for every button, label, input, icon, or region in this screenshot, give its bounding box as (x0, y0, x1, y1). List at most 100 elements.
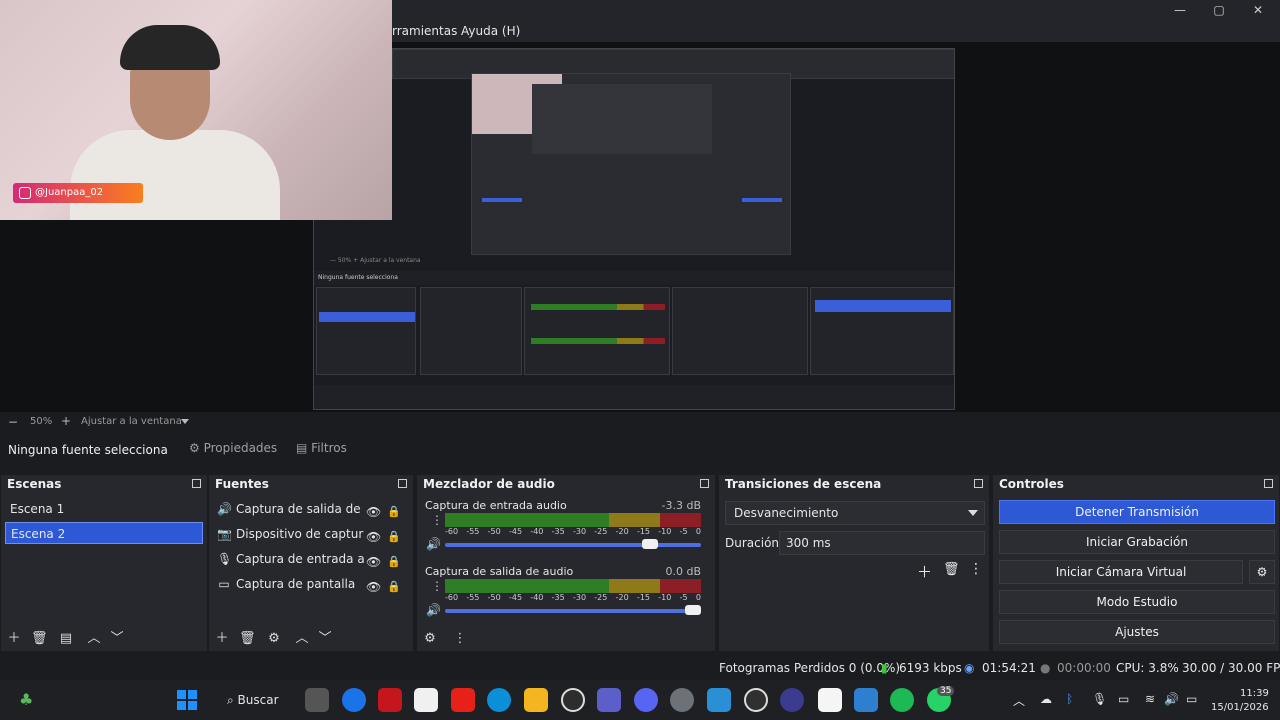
scene-item[interactable]: Escena 1 (5, 498, 203, 520)
source-item[interactable]: ▭ Captura de pantalla 👁 🔒 (209, 574, 407, 594)
lock-icon[interactable]: 🔒 (387, 502, 401, 518)
shield-icon[interactable] (378, 688, 402, 712)
spotify-icon[interactable] (890, 688, 914, 712)
stop-streaming-button[interactable]: Detener Transmisión (999, 500, 1275, 524)
menu-help[interactable]: Ayuda (H) (461, 24, 520, 38)
transition-select[interactable]: Desvanecimiento (725, 501, 985, 525)
start-recording-button[interactable]: Iniciar Grabación (999, 530, 1275, 554)
source-item[interactable]: 📷 Dispositivo de captura de 👁 🔒 (209, 524, 407, 544)
volume-knob[interactable] (685, 605, 701, 615)
track-menu-icon[interactable]: ⋮ (431, 513, 443, 527)
search-button[interactable]: ⌕ Buscar (227, 693, 279, 708)
task-view-icon[interactable] (305, 688, 329, 712)
filters-button[interactable]: ▤ Filtros (296, 441, 347, 459)
volume-slider[interactable] (445, 605, 701, 615)
nested-transitions (672, 287, 808, 375)
add-icon[interactable]: ＋ (917, 561, 932, 582)
float-icon[interactable] (1264, 479, 1273, 488)
source-item[interactable]: 🎙 Captura de entrada audic 👁 🔒 (209, 549, 407, 569)
scene-item-selected[interactable]: Escena 2 (5, 522, 203, 544)
youtube-icon[interactable] (451, 688, 475, 712)
virtual-camera-settings-button[interactable]: ⚙ (1249, 560, 1275, 584)
bluetooth-icon[interactable]: ᛒ (1066, 692, 1073, 706)
zoom-bar (0, 412, 1280, 430)
eye-icon[interactable]: 👁 (366, 577, 381, 594)
menu-tools[interactable]: rramientas (392, 24, 457, 38)
speaker-icon[interactable]: 🔊 (426, 537, 441, 551)
studio-mode-button[interactable]: Modo Estudio (999, 590, 1275, 614)
float-icon[interactable] (192, 479, 201, 488)
instagram-tag: @Juanpaa_02 (13, 183, 143, 203)
mixer-settings-icon[interactable]: ⚙ (423, 632, 437, 646)
trash-icon[interactable]: 🗑 (31, 632, 48, 646)
folder-icon[interactable] (524, 688, 548, 712)
chevron-down-icon[interactable] (181, 419, 189, 424)
chevron-down-icon[interactable]: ﹀ (318, 632, 332, 646)
image-viewer-icon[interactable] (707, 688, 731, 712)
start-virtual-camera-button[interactable]: Iniciar Cámara Virtual (999, 560, 1243, 584)
float-icon[interactable] (974, 479, 983, 488)
chatgpt-icon[interactable] (561, 688, 585, 712)
zoom-fit-select[interactable]: Ajustar a la ventana (81, 416, 182, 427)
volume-knob[interactable] (642, 539, 658, 549)
calendar-icon[interactable] (414, 688, 438, 712)
zoom-in-button[interactable]: + (61, 414, 71, 428)
track-menu-icon[interactable]: ⋮ (431, 579, 443, 593)
cloud-icon[interactable]: ☁ (1040, 692, 1052, 706)
minimize-button[interactable]: — (1166, 2, 1194, 18)
lock-icon[interactable]: 🔒 (387, 552, 401, 568)
discord-icon[interactable] (634, 688, 658, 712)
edge-icon[interactable] (487, 688, 511, 712)
chevron-up-icon[interactable]: ︿ (87, 632, 101, 646)
lock-icon[interactable]: 🔒 (387, 527, 401, 543)
float-icon[interactable] (398, 479, 407, 488)
widgets-icon[interactable]: ♣ (19, 690, 33, 709)
camera-icon: 📷 (217, 527, 232, 541)
calculator-icon[interactable] (854, 688, 878, 712)
more-icon[interactable]: ⋮ (969, 561, 983, 577)
obs-icon[interactable] (744, 688, 768, 712)
eye-icon[interactable]: 👁 (366, 527, 381, 544)
gear-icon[interactable]: ⚙ (267, 632, 281, 646)
chevron-up-icon[interactable]: ︿ (1013, 692, 1025, 709)
chevron-up-icon[interactable]: ︿ (295, 632, 309, 646)
windows-start-icon[interactable] (177, 690, 197, 710)
wifi-icon[interactable]: ≋ (1145, 692, 1155, 706)
microphone-icon[interactable]: 🎙 (1092, 692, 1107, 706)
speaker-icon[interactable]: 🔊 (426, 603, 441, 617)
chrome-icon[interactable] (342, 688, 366, 712)
notepad-icon[interactable] (818, 688, 842, 712)
track-db: 0.0 dB (665, 565, 701, 578)
maximize-button[interactable]: ▢ (1205, 2, 1233, 18)
battery-icon[interactable]: ▭ (1186, 692, 1197, 706)
app-icon[interactable] (780, 688, 804, 712)
chevron-down-icon[interactable]: ﹀ (110, 632, 124, 646)
lock-icon[interactable]: 🔒 (387, 577, 401, 593)
source-item[interactable]: 🔊 Captura de salida de audi 👁 🔒 (209, 499, 407, 519)
scenes-dock: Escenas Escena 1 Escena 2 ＋ 🗑 ▤ ︿ ﹀ (0, 474, 208, 652)
properties-button[interactable]: ⚙ Propiedades (189, 441, 277, 459)
display-icon[interactable]: ▭ (1118, 692, 1129, 706)
settings-icon[interactable] (670, 688, 694, 712)
duration-input[interactable]: 300 ms (779, 531, 985, 555)
add-icon[interactable]: ＋ (7, 632, 21, 646)
volume-slider[interactable] (445, 539, 701, 549)
eye-icon[interactable]: 👁 (366, 502, 381, 519)
filter-icon: ▤ (296, 441, 308, 455)
clock-time[interactable]: 11:39 (1240, 688, 1269, 699)
trash-icon[interactable]: 🗑 (943, 562, 960, 577)
zoom-out-button[interactable]: − (8, 415, 18, 429)
settings-button[interactable]: Ajustes (999, 620, 1275, 644)
filter-icon[interactable]: ▤ (59, 632, 73, 646)
volume-meter (445, 513, 701, 527)
add-icon[interactable]: ＋ (215, 632, 229, 646)
teams-icon[interactable] (597, 688, 621, 712)
clock-date[interactable]: 15/01/2026 (1211, 702, 1269, 713)
float-icon[interactable] (700, 479, 709, 488)
more-icon[interactable]: ⋮ (453, 632, 467, 646)
volume-icon[interactable]: 🔊 (1164, 692, 1179, 706)
trash-icon[interactable]: 🗑 (239, 632, 256, 646)
eye-icon[interactable]: 👁 (366, 552, 381, 569)
close-button[interactable]: ✕ (1244, 2, 1272, 18)
preview-canvas[interactable]: — 50% + Ajustar a la ventana Ninguna fue… (313, 48, 955, 410)
